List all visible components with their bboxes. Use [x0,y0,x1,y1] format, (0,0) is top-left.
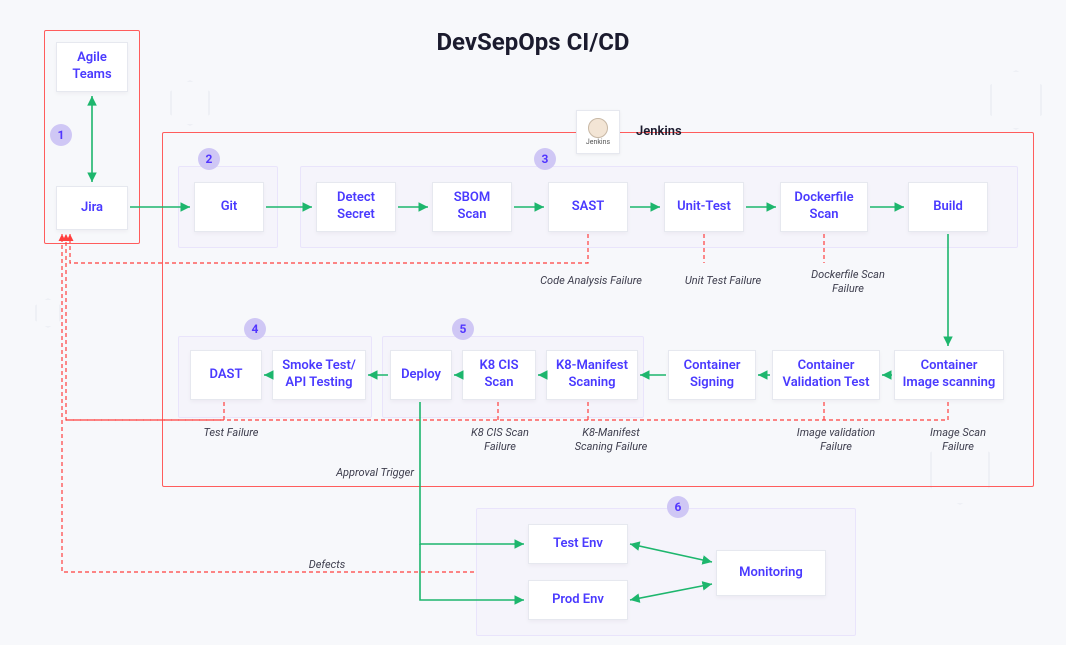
badge-2: 2 [198,148,220,170]
bg-hex-icon [990,70,1042,130]
node-dast: DAST [190,350,262,400]
label-defects: Defects [292,558,362,572]
label-k8-cis-scan-failure: K8 CIS Scan Failure [450,426,550,454]
badge-5: 5 [452,318,474,340]
node-monitoring: Monitoring [716,550,826,596]
node-sbom-scan: SBOM Scan [432,182,512,232]
bg-hex-icon [35,298,61,328]
badge-6: 6 [667,496,689,518]
node-dockerfile-scan: Dockerfile Scan [780,182,868,232]
node-container-validation-test: Container Validation Test [772,350,880,400]
bg-hex-icon [170,80,210,126]
label-unit-test-failure: Unit Test Failure [668,274,778,288]
label-code-analysis-failure: Code Analysis Failure [526,274,656,288]
label-k8-manifest-scanning-failure: K8-Manifest Scaning Failure [556,426,666,454]
node-build: Build [908,182,988,232]
node-git: Git [194,182,264,232]
node-prod-env: Prod Env [528,580,628,620]
node-jira: Jira [56,186,128,230]
label-dockerfile-scan-failure: Dockerfile Scan Failure [788,268,908,296]
badge-4: 4 [244,318,266,340]
node-agile-teams: Agile Teams [56,42,128,92]
node-container-signing: Container Signing [668,350,756,400]
label-approval-trigger: Approval Trigger [320,466,430,480]
node-sast: SAST [548,182,628,232]
node-smoke-test: Smoke Test/ API Testing [272,350,366,400]
node-detect-secret: Detect Secret [316,182,396,232]
node-k8-cis-scan: K8 CIS Scan [462,350,536,400]
node-test-env: Test Env [528,524,628,564]
label-image-scan-failure: Image Scan Failure [908,426,1008,454]
jenkins-icon: Jenkins [576,110,620,154]
node-deploy: Deploy [390,350,452,400]
page-title: DevSepOps CI/CD [0,28,1066,56]
node-unit-test: Unit-Test [664,182,744,232]
node-container-image-scanning: Container Image scanning [894,350,1004,400]
badge-3: 3 [534,148,556,170]
label-image-validation-failure: Image validation Failure [776,426,896,454]
jenkins-label: Jenkins [636,124,682,139]
badge-1: 1 [50,124,72,146]
label-test-failure: Test Failure [186,426,276,440]
node-k8-manifest-scanning: K8-Manifest Scaning [546,350,638,400]
